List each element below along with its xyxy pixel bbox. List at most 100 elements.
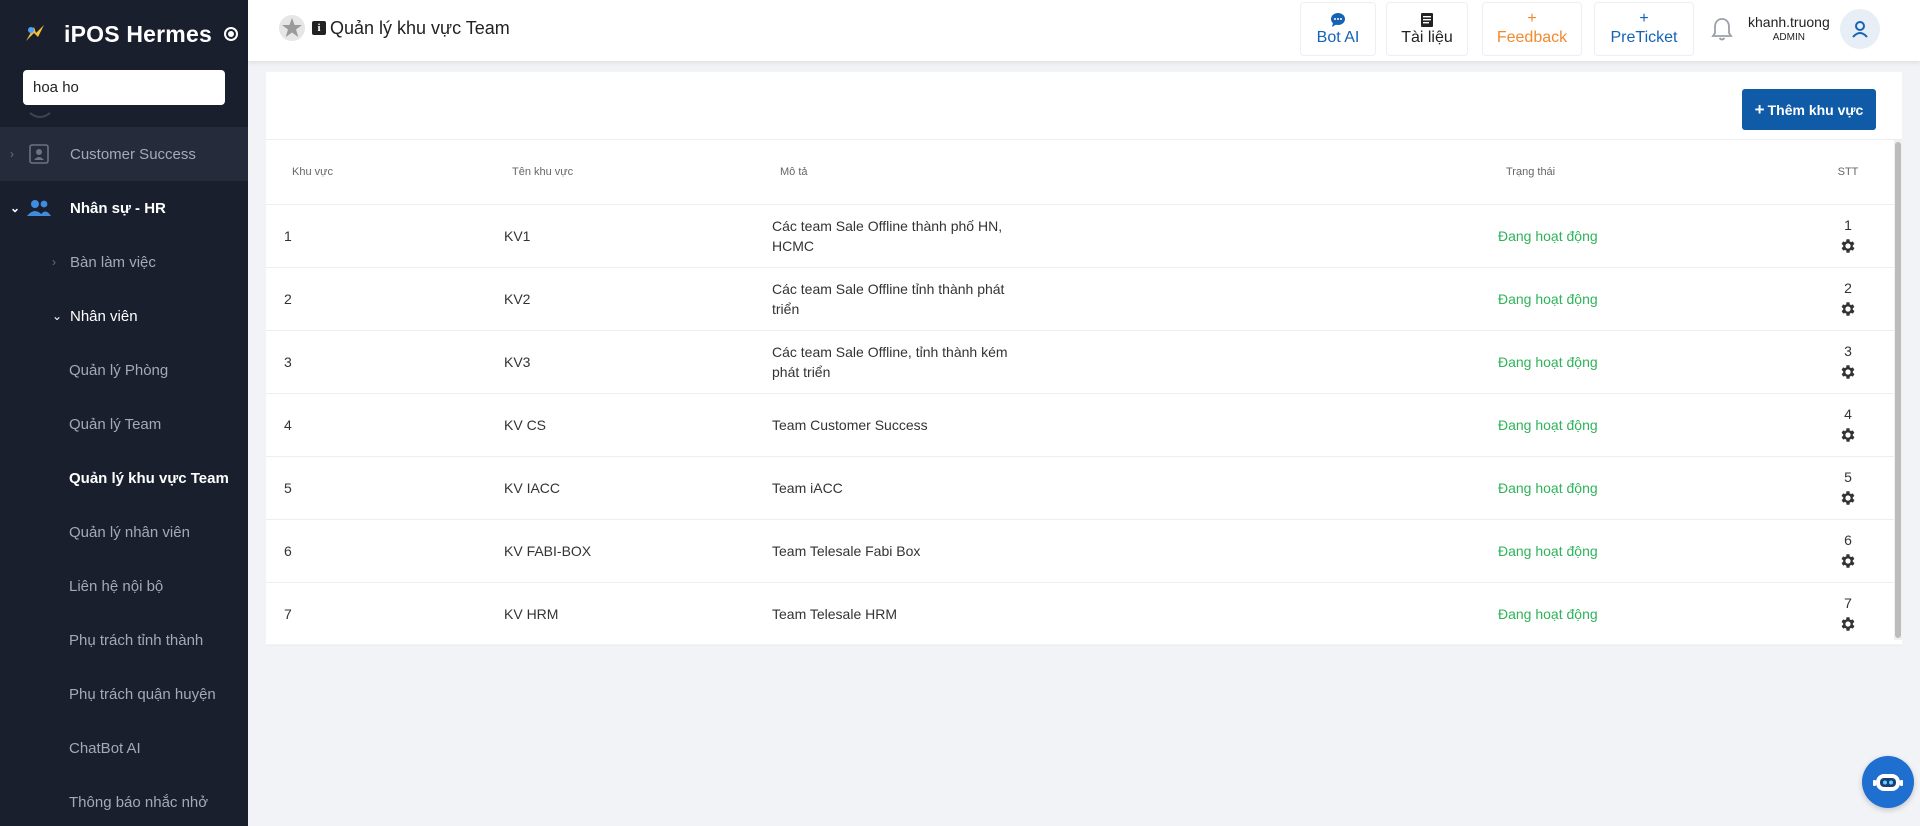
avatar[interactable] xyxy=(1840,9,1880,49)
add-area-button[interactable]: + Thêm khu vực xyxy=(1742,89,1876,130)
gear-icon[interactable] xyxy=(1839,552,1857,570)
cell-order: 5 xyxy=(1812,456,1902,520)
sidebar-item-customer-success[interactable]: › Customer Success xyxy=(0,127,248,181)
sidebar-item-team-mgmt[interactable]: Quản lý Team xyxy=(0,397,248,451)
gear-icon[interactable] xyxy=(1839,237,1857,255)
cell-area: 3 xyxy=(266,330,502,394)
sidebar: iPOS Hermes › Customer Success ⌄ Nhân sự… xyxy=(0,0,248,826)
order-number: 2 xyxy=(1844,279,1852,296)
cell-order: 7 xyxy=(1812,582,1902,646)
gear-icon[interactable] xyxy=(1839,300,1857,318)
sidebar-item-partial xyxy=(0,112,248,127)
card-toolbar: + Thêm khu vực xyxy=(266,72,1902,140)
table-row[interactable]: 5 KV IACC Team iACC Đang hoạt động 5 xyxy=(266,456,1902,520)
cell-area-name: KV HRM xyxy=(502,582,772,646)
gear-icon[interactable] xyxy=(1839,489,1857,507)
description-text: Team Customer Success xyxy=(772,416,928,433)
sidebar-item-label: ChatBot AI xyxy=(69,739,141,757)
cell-description: Team Customer Success xyxy=(772,393,1492,457)
sidebar-item-room-mgmt[interactable]: Quản lý Phòng xyxy=(0,343,248,397)
status-badge: Đang hoạt động xyxy=(1498,542,1598,559)
user-role: ADMIN xyxy=(1772,32,1805,43)
description-text: Team iACC xyxy=(772,479,843,496)
cell-status: Đang hoạt động xyxy=(1492,393,1812,457)
col-header-area[interactable]: Khu vực xyxy=(266,140,502,205)
order-number: 6 xyxy=(1844,531,1852,548)
table-row[interactable]: 7 KV HRM Team Telesale HRM Đang hoạt động 7 xyxy=(266,582,1902,646)
cell-status: Đang hoạt động xyxy=(1492,204,1812,268)
preticket-label: PreTicket xyxy=(1610,29,1678,46)
bot-ai-button[interactable]: Bot AI xyxy=(1300,2,1376,56)
cell-area: 1 xyxy=(266,204,502,268)
table-header-row: Khu vực Tên khu vực Mô tả Trạng thái STT xyxy=(266,140,1902,205)
scrollbar[interactable] xyxy=(1894,140,1902,640)
sidebar-item-label: Bàn làm việc xyxy=(70,253,156,271)
sidebar-search-input[interactable] xyxy=(23,70,225,105)
table-row[interactable]: 2 KV2 Các team Sale Offline tỉnh thành phá… xyxy=(266,267,1902,331)
robot-icon xyxy=(1873,774,1903,791)
cell-order: 4 xyxy=(1812,393,1902,457)
team-area-table: Khu vực Tên khu vực Mô tả Trạng thái STT… xyxy=(266,140,1902,646)
sidebar-item-chatbot[interactable]: ChatBot AI xyxy=(0,721,248,775)
cell-description: Team Telesale Fabi Box xyxy=(772,519,1492,583)
sidebar-item-district[interactable]: Phụ trách quận huyện xyxy=(0,667,248,721)
book-icon xyxy=(1421,13,1433,27)
feedback-label: Feedback xyxy=(1496,29,1568,46)
description-text: Các team Sale Offline, tỉnh thành kém ph… xyxy=(772,343,1008,380)
col-header-description[interactable]: Mô tả xyxy=(772,140,1492,205)
sidebar-item-employees[interactable]: ⌄ Nhân viên xyxy=(0,289,248,343)
user-name: khanh.truong xyxy=(1748,14,1830,30)
docs-button[interactable]: Tài liệu xyxy=(1386,2,1468,56)
cell-order: 6 xyxy=(1812,519,1902,583)
table-row[interactable]: 3 KV3 Các team Sale Offline, tỉnh thành ké… xyxy=(266,330,1902,394)
table-row[interactable]: 1 KV1 Các team Sale Offline thành phố HN, … xyxy=(266,204,1902,268)
cell-area: 2 xyxy=(266,267,502,331)
cell-description: Team Telesale HRM xyxy=(772,582,1492,646)
table-row[interactable]: 6 KV FABI-BOX Team Telesale Fabi Box Đang h… xyxy=(266,519,1902,583)
col-header-order[interactable]: STT xyxy=(1812,140,1902,205)
status-badge: Đang hoạt động xyxy=(1498,353,1598,370)
sidebar-item-label: Quản lý Phòng xyxy=(69,361,169,379)
chat-bubble-icon xyxy=(1331,13,1345,27)
cell-area-name: KV3 xyxy=(502,330,772,394)
table-row[interactable]: 4 KV CS Team Customer Success Đang hoạt độn… xyxy=(266,393,1902,457)
radio-icon[interactable] xyxy=(223,27,238,41)
description-text: Các team Sale Offline thành phố HN, HCMC xyxy=(772,217,1003,254)
col-header-status[interactable]: Trạng thái xyxy=(1492,140,1812,205)
chatbot-fab[interactable] xyxy=(1862,756,1914,808)
people-icon xyxy=(26,197,52,219)
sidebar-item-desk[interactable]: › Bàn làm việc xyxy=(0,235,248,289)
cell-order: 2 xyxy=(1812,267,1902,331)
order-number: 4 xyxy=(1844,405,1852,422)
sidebar-item-employee-mgmt[interactable]: Quản lý nhân viên xyxy=(0,505,248,559)
plus-icon: + xyxy=(1639,10,1649,27)
gear-icon[interactable] xyxy=(1839,363,1857,381)
gear-icon[interactable] xyxy=(1839,426,1857,444)
page-title-text: Quản lý khu vực Team xyxy=(330,17,510,38)
cell-status: Đang hoạt động xyxy=(1492,267,1812,331)
sidebar-item-province[interactable]: Phụ trách tỉnh thành xyxy=(0,613,248,667)
sidebar-item-team-area-mgmt[interactable]: Quản lý khu vực Team xyxy=(0,451,248,505)
status-badge: Đang hoạt động xyxy=(1498,290,1598,307)
sidebar-item-hr[interactable]: ⌄ Nhân sự - HR xyxy=(0,181,248,235)
user-info[interactable]: khanh.truong ADMIN xyxy=(1748,14,1830,43)
scrollbar-thumb[interactable] xyxy=(1895,142,1901,638)
sidebar-item-label: Nhân viên xyxy=(70,307,138,325)
col-header-area-name[interactable]: Tên khu vực xyxy=(502,140,772,205)
bell-icon[interactable] xyxy=(1710,16,1734,42)
team-area-card: + Thêm khu vực Khu vực Tên khu vực Mô tả… xyxy=(266,72,1902,646)
cell-area: 7 xyxy=(266,582,502,646)
star-icon[interactable] xyxy=(278,14,306,42)
cell-order: 1 xyxy=(1812,204,1902,268)
brand[interactable]: iPOS Hermes xyxy=(0,0,248,68)
plus-icon: + xyxy=(1754,99,1765,119)
gear-icon[interactable] xyxy=(1839,615,1857,633)
preticket-button[interactable]: + PreTicket xyxy=(1594,2,1694,56)
feedback-button[interactable]: + Feedback xyxy=(1482,2,1582,56)
chevron-right-icon: › xyxy=(10,147,14,161)
sidebar-item-internal-contact[interactable]: Liên hệ nội bộ xyxy=(0,559,248,613)
info-icon[interactable]: i xyxy=(312,21,326,35)
sidebar-item-reminder[interactable]: Thông báo nhắc nhở xyxy=(0,775,248,826)
sidebar-item-label: Quản lý Team xyxy=(69,415,162,433)
cell-order: 3 xyxy=(1812,330,1902,394)
